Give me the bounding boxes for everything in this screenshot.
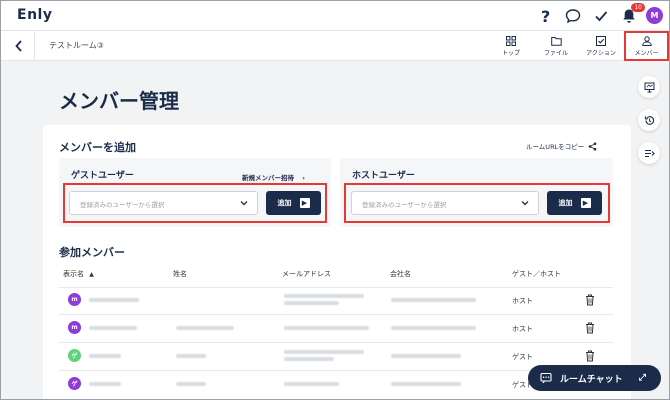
trash-icon[interactable] [585,350,595,362]
room-header: テストルーム③ トップ ファイル アクション メンバー [1,31,669,61]
app-frame: Enly ? 10 M テストルーム③ トップ ファイル アクション メンバー … [0,0,670,400]
top-bar: Enly ? 10 M [1,1,669,31]
row-role: ホスト [512,297,533,305]
svg-text:?: ? [541,8,550,24]
redacted-email [284,357,334,361]
row-avatar: ゲ [68,377,81,390]
redacted-display-name [89,354,121,358]
sort-arrow-icon: ▲ [89,271,94,278]
redacted-name [176,354,206,358]
redacted-email [284,294,364,298]
redacted-display-name [89,298,139,302]
checkbox-icon [596,35,606,46]
tab-files[interactable]: ファイル [536,31,576,61]
add-member-heading: メンバーを追加 [59,141,136,154]
check-icon[interactable] [591,6,611,26]
host-add-label: 追加 [558,199,573,207]
tab-members[interactable]: メンバー [624,31,669,61]
notification-badge: 10 [631,3,645,12]
chevron-right-icon: › [302,174,305,182]
bell-icon[interactable]: 10 [619,3,645,26]
redacted-name [176,382,206,386]
divider [59,342,613,343]
redacted-company [391,298,476,302]
share-icon [588,142,597,150]
redacted-email [284,326,369,330]
guest-select-placeholder: 登録済みのユーザーから選択 [80,201,165,209]
column-display-name[interactable]: 表示名 ▲ [63,269,94,279]
row-avatar: m [68,321,81,334]
tab-actions[interactable]: アクション [581,31,621,61]
arrow-right-icon: ▶ [580,198,591,208]
row-role: ホスト [512,325,533,333]
invite-new-member-link[interactable]: 新規メンバー招待 › [242,172,305,182]
help-icon[interactable]: ? [536,6,556,26]
chat-bubble-icon[interactable] [563,6,583,26]
back-chevron-icon[interactable] [13,38,27,54]
history-icon [644,115,654,125]
folder-icon [550,36,562,46]
arrow-right-icon: ▶ [299,198,310,208]
trash-icon[interactable] [585,294,595,306]
tab-top[interactable]: トップ [491,31,531,61]
copy-room-url-label: ルームURLをコピー [526,143,585,151]
app-logo[interactable]: Enly [17,7,52,23]
redacted-email [284,301,339,305]
redacted-company [391,326,476,330]
invite-link-label: 新規メンバー招待 [242,174,294,182]
row-avatar: m [68,293,81,306]
redacted-company [391,354,461,358]
expand-icon: ⤢ [638,373,646,383]
redacted-company [391,382,461,386]
host-user-heading: ホストユーザー [352,171,415,181]
column-display-name-label: 表示名 [63,270,84,278]
tab-label: メンバー [634,49,659,57]
row-role: ゲスト [512,353,533,361]
column-company: 会社名 [390,270,411,278]
list-button[interactable] [638,142,660,164]
divider [59,314,613,315]
list-icon [644,149,655,157]
grid-icon [506,35,516,46]
trash-icon[interactable] [585,322,595,334]
guest-user-heading: ゲストユーザー [71,171,134,181]
redacted-email [284,382,339,386]
copy-room-url-link[interactable]: ルームURLをコピー [526,141,597,151]
tab-label: ファイル [543,49,568,57]
history-button[interactable] [638,109,660,131]
column-name: 姓名 [173,270,187,278]
chevron-down-icon [240,201,248,206]
tab-label: トップ [501,49,520,57]
presentation-button[interactable] [638,76,660,98]
guest-add-label: 追加 [277,199,292,207]
room-chat-button[interactable]: ルームチャット ⤢ [528,365,661,391]
column-email: メールアドレス [282,270,331,278]
divider [59,287,613,288]
column-role: ゲスト／ホスト [512,270,561,278]
redacted-display-name [89,326,137,330]
presentation-icon [644,82,654,92]
guest-add-button[interactable]: 追加 ▶ [266,191,321,215]
row-avatar: ゲ [68,349,81,362]
tab-label: アクション [586,49,616,57]
room-name: テストルーム③ [49,41,104,50]
person-icon [641,35,652,46]
redacted-name [176,326,234,330]
host-add-button[interactable]: 追加 ▶ [547,191,602,215]
guest-user-select[interactable]: 登録済みのユーザーから選択 [69,191,258,215]
host-user-select[interactable]: 登録済みのユーザーから選択 [351,191,539,215]
user-avatar[interactable]: M [646,7,663,24]
page-title: メンバー管理 [59,89,179,113]
host-select-placeholder: 登録済みのユーザーから選択 [362,201,447,209]
chat-icon [540,372,552,384]
redacted-email [284,350,364,354]
redacted-display-name [89,382,121,386]
participants-heading: 参加メンバー [59,246,125,259]
divider [34,31,35,61]
chevron-down-icon [521,201,529,206]
room-chat-label: ルームチャット [560,374,623,385]
